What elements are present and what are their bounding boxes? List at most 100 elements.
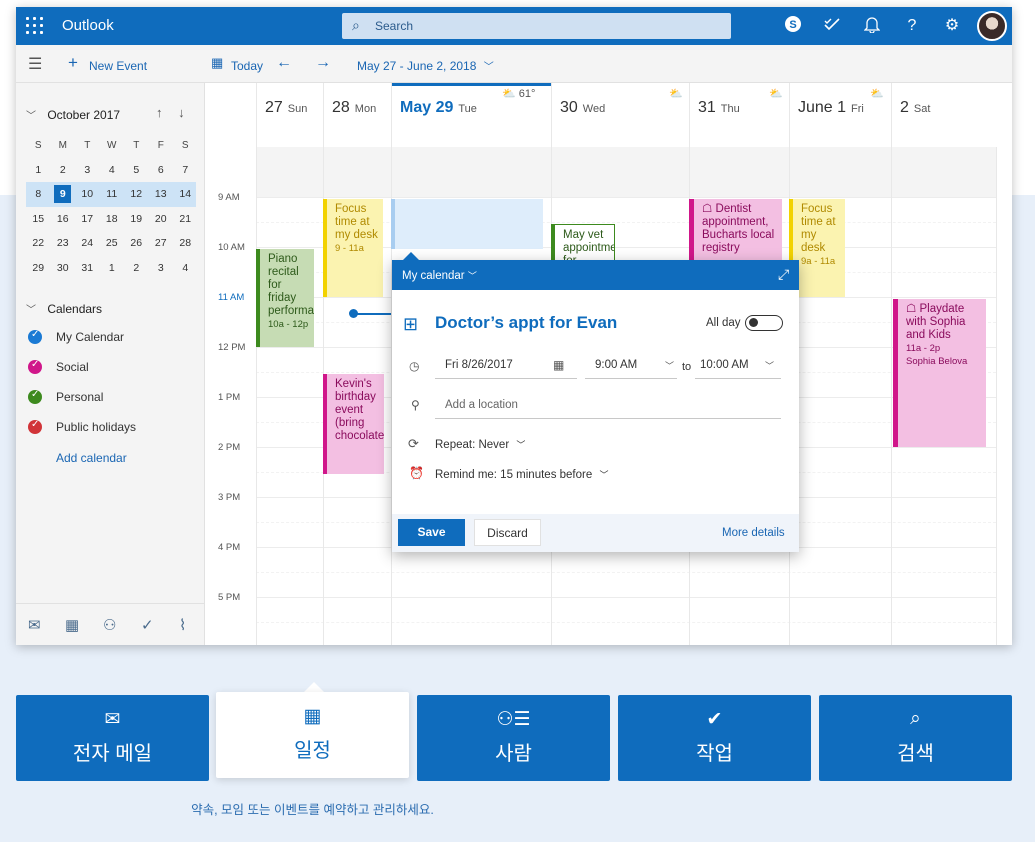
discard-button[interactable]: Discard <box>474 519 541 546</box>
todo-check-icon[interactable] <box>821 15 843 37</box>
day-cell[interactable]: 27 <box>149 237 174 249</box>
day-cell[interactable]: 4 <box>173 262 198 274</box>
day-cell[interactable]: 15 <box>26 213 51 225</box>
day-cell[interactable]: 17 <box>75 213 100 225</box>
day-cell[interactable]: 26 <box>124 237 149 249</box>
help-icon[interactable]: ? <box>901 15 923 37</box>
start-date-field[interactable]: Fri 8/26/2017 <box>445 359 513 371</box>
calendar-picker-icon[interactable]: ▦ <box>553 358 564 372</box>
event-focus-time-mon[interactable]: Focus time at my desk 9 - 11a <box>323 199 383 297</box>
day-cell[interactable]: 14 <box>173 188 198 200</box>
save-button[interactable]: Save <box>398 519 465 546</box>
day-cell[interactable]: 4 <box>100 164 125 176</box>
calendar-item-my-calendar[interactable]: My Calendar <box>28 327 124 347</box>
day-cell[interactable]: 2 <box>124 262 149 274</box>
calendar-item-personal[interactable]: Personal <box>28 387 103 407</box>
calendar-item-public-holidays[interactable]: Public holidays <box>28 417 136 437</box>
day-cell[interactable]: 7 <box>173 164 198 176</box>
mail-icon[interactable]: ✉ <box>28 616 41 634</box>
day-cell[interactable]: 1 <box>100 262 125 274</box>
event-piano-recital[interactable]: Piano recital for friday performance 10a… <box>256 249 314 347</box>
day-cell[interactable]: 23 <box>51 237 76 249</box>
day-header-thu[interactable]: 31 Thu ⛅ <box>689 83 789 147</box>
today-day-cell[interactable]: 9 <box>54 185 72 204</box>
day-header-tue-today[interactable]: May 29 Tue ⛅ 61° <box>391 83 551 147</box>
day-header-mon[interactable]: 28 Mon <box>323 83 391 147</box>
calendar-selector[interactable]: My calendar ﹀ <box>402 269 477 282</box>
attachment-icon[interactable]: ⌇ <box>179 616 186 634</box>
end-time-select[interactable]: 10:00 AM <box>700 359 749 371</box>
event-kevin-birthday[interactable]: Kevin's birthday event (bring chocolate) <box>323 374 384 474</box>
calendars-header[interactable]: ﹀ Calendars <box>26 301 102 316</box>
new-event-button[interactable]: New Event <box>89 59 147 73</box>
date-range-picker[interactable]: May 27 - June 2, 2018 ﹀ <box>357 58 494 73</box>
day-cell[interactable]: 25 <box>100 237 125 249</box>
app-launcher-icon[interactable] <box>26 17 44 35</box>
add-calendar-link[interactable]: Add calendar <box>56 451 127 465</box>
day-cell[interactable]: 5 <box>124 164 149 176</box>
day-cell[interactable]: 13 <box>149 188 174 200</box>
day-cell[interactable]: 31 <box>75 262 100 274</box>
event-playdate[interactable]: ☖ Playdate with Sophia and Kids 11a - 2p… <box>893 299 986 447</box>
day-cell[interactable]: 3 <box>149 262 174 274</box>
day-cell[interactable]: 20 <box>149 213 174 225</box>
bell-icon[interactable] <box>861 15 883 37</box>
day-cell[interactable]: 6 <box>149 164 174 176</box>
day-cell[interactable]: 16 <box>51 213 76 225</box>
day-cell[interactable]: 2 <box>51 164 76 176</box>
day-cell[interactable]: 10 <box>75 188 100 200</box>
day-cell[interactable]: 24 <box>75 237 100 249</box>
tile-mail[interactable]: ✉ 전자 메일 <box>16 695 209 781</box>
tile-search[interactable]: ⌕ 검색 <box>819 695 1012 781</box>
avatar[interactable] <box>977 11 1007 41</box>
day-cell[interactable]: 29 <box>26 262 51 274</box>
down-arrow-icon[interactable]: ↓ <box>178 105 185 120</box>
mini-calendar-header[interactable]: ﹀ October 2017 <box>26 107 120 122</box>
tile-calendar[interactable]: ▦ 일정 <box>216 692 409 778</box>
people-icon[interactable]: ⚇ <box>103 616 116 634</box>
calendar-item-social[interactable]: Social <box>28 357 89 377</box>
day-cell[interactable]: 12 <box>124 188 149 200</box>
day-cell[interactable]: 22 <box>26 237 51 249</box>
day-cell[interactable]: 1 <box>26 164 51 176</box>
chevron-down-icon[interactable]: ﹀ <box>765 359 774 372</box>
event-vet-appointment[interactable]: May vet appointment for <box>551 224 615 264</box>
all-day-toggle[interactable] <box>745 315 783 331</box>
tile-people[interactable]: ⚇☰ 사람 <box>417 695 610 781</box>
day-cell[interactable]: 19 <box>124 213 149 225</box>
day-header-sun[interactable]: 27 Sun <box>256 83 323 147</box>
start-time-select[interactable]: 9:00 AM <box>595 359 637 371</box>
day-cell[interactable]: 3 <box>75 164 100 176</box>
day-cell[interactable]: 11 <box>100 188 125 200</box>
day-header-wed[interactable]: 30 Wed ⛅ <box>551 83 689 147</box>
up-arrow-icon[interactable]: ↑ <box>156 105 163 120</box>
event-dentist[interactable]: ☖ Dentist appointment, Bucharts local re… <box>689 199 782 269</box>
repeat-select[interactable]: Repeat: Never ﹀ <box>435 438 525 451</box>
day-cell[interactable]: 8 <box>26 188 51 200</box>
day-cell[interactable]: 30 <box>51 262 76 274</box>
skype-icon[interactable]: S <box>782 15 804 37</box>
day-cell[interactable]: 21 <box>173 213 198 225</box>
expand-icon[interactable]: ⤢ <box>778 266 789 283</box>
day-cell[interactable]: 18 <box>100 213 125 225</box>
new-event-placeholder-slot[interactable] <box>391 199 543 249</box>
today-button[interactable]: Today <box>231 59 263 73</box>
tile-tasks[interactable]: ✔ 작업 <box>618 695 811 781</box>
previous-arrow-icon[interactable]: ← <box>276 54 292 72</box>
next-arrow-icon[interactable]: → <box>315 54 331 72</box>
search-box[interactable]: ⌕ Search <box>342 13 731 39</box>
reminder-select[interactable]: Remind me: 15 minutes before ﹀ <box>435 468 608 481</box>
tasks-check-icon[interactable]: ✓ <box>141 616 154 634</box>
all-day-row[interactable] <box>256 147 996 197</box>
day-header-sat[interactable]: 2 Sat <box>891 83 996 147</box>
day-cell[interactable]: 28 <box>173 237 198 249</box>
event-title-input[interactable]: Doctor’s appt for Evan <box>435 313 617 333</box>
more-details-link[interactable]: More details <box>722 527 785 539</box>
day-header-fri[interactable]: June 1 Fri ⛅ <box>789 83 891 147</box>
chevron-down-icon[interactable]: ﹀ <box>665 359 674 372</box>
location-input[interactable]: Add a location <box>445 399 518 411</box>
app-name[interactable]: Outlook <box>62 17 114 34</box>
hamburger-menu-icon[interactable]: ☰ <box>28 54 42 74</box>
gear-icon[interactable]: ⚙ <box>941 15 963 37</box>
calendar-icon[interactable]: ▦ <box>65 616 79 634</box>
